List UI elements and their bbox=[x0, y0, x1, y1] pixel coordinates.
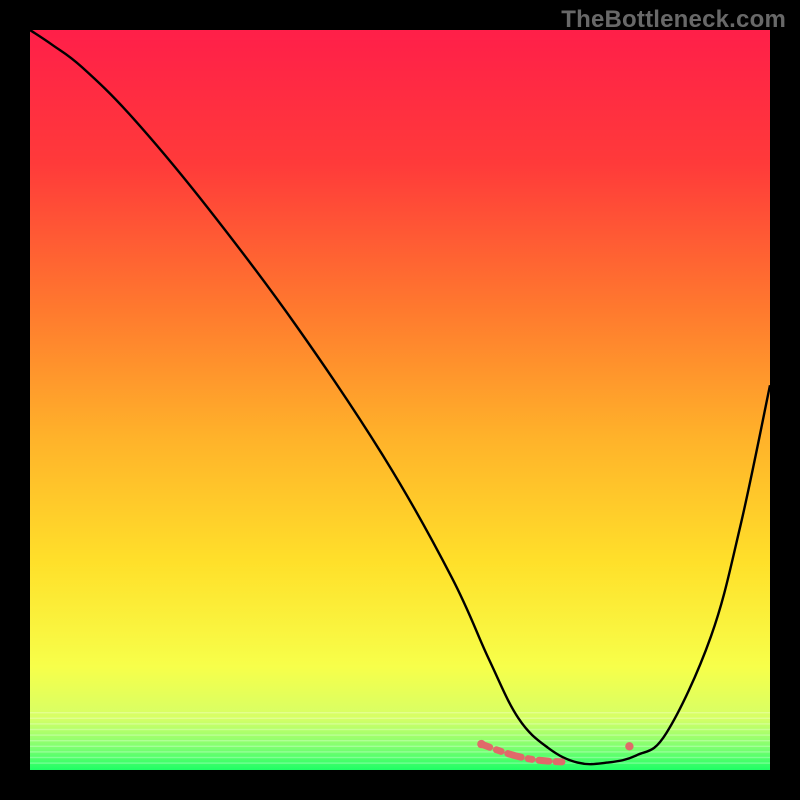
watermark-text: TheBottleneck.com bbox=[561, 6, 786, 34]
chart-frame: TheBottleneck.com bbox=[0, 0, 800, 800]
gradient-background bbox=[30, 30, 770, 770]
chart-svg bbox=[30, 30, 770, 770]
plot-area bbox=[30, 30, 770, 770]
